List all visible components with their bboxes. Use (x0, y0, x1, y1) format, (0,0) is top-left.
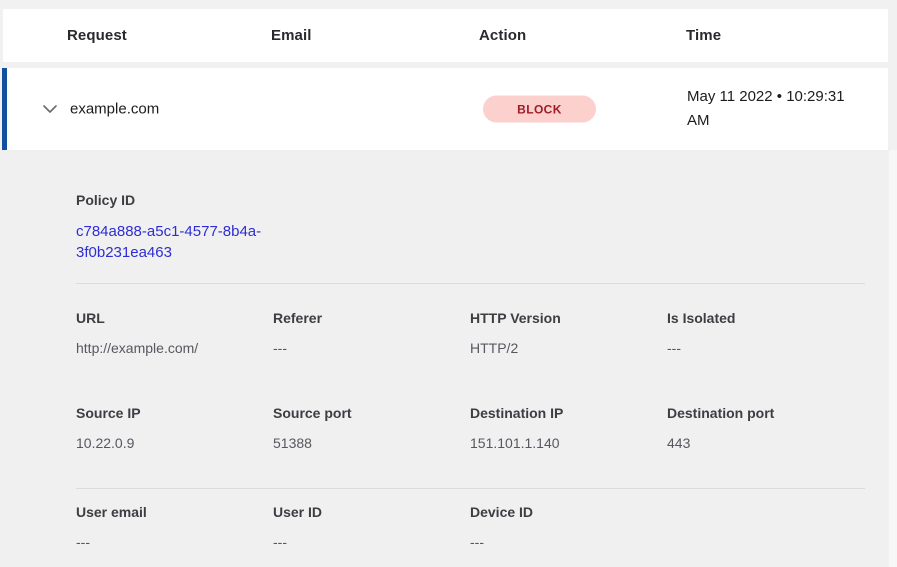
time-cell: May 11 2022 • 10:29:31 AM (687, 85, 865, 133)
detail-grid-row-3: User email --- User ID --- Device ID --- (76, 505, 865, 550)
policy-id-link[interactable]: c784a888-a5c1-4577-8b4a-3f0b231ea463 (76, 221, 291, 263)
referer-value: --- (273, 340, 470, 356)
divider (76, 488, 865, 489)
source-ip-label: Source IP (76, 406, 273, 421)
referer-label: Referer (273, 311, 470, 326)
is-isolated-field: Is Isolated --- (667, 311, 865, 356)
user-id-label: User ID (273, 505, 470, 520)
http-version-label: HTTP Version (470, 311, 667, 326)
destination-ip-value: 151.101.1.140 (470, 435, 667, 451)
detail-grid-row-1: URL http://example.com/ Referer --- HTTP… (76, 311, 865, 356)
column-header-request: Request (67, 27, 271, 44)
http-version-field: HTTP Version HTTP/2 (470, 311, 667, 356)
source-port-field: Source port 51388 (273, 406, 470, 451)
log-table-header: Request Email Action Time (3, 9, 888, 62)
is-isolated-value: --- (667, 340, 865, 356)
device-id-value: --- (470, 534, 667, 550)
http-version-value: HTTP/2 (470, 340, 667, 356)
action-cell: BLOCK (483, 96, 596, 123)
user-id-value: --- (273, 534, 470, 550)
column-header-time: Time (686, 27, 888, 44)
policy-id-label: Policy ID (76, 193, 865, 208)
log-table-row[interactable]: example.com BLOCK May 11 2022 • 10:29:31… (3, 68, 888, 150)
spacer-cell (667, 505, 865, 550)
user-email-label: User email (76, 505, 273, 520)
column-header-action: Action (479, 27, 686, 44)
destination-port-value: 443 (667, 435, 865, 451)
is-isolated-label: Is Isolated (667, 311, 865, 326)
user-email-field: User email --- (76, 505, 273, 550)
destination-port-field: Destination port 443 (667, 406, 865, 451)
gateway-logs-page: Request Email Action Time example.com BL… (0, 0, 897, 567)
device-id-field: Device ID --- (470, 505, 667, 550)
scrollbar-gutter[interactable] (889, 150, 897, 567)
user-id-field: User ID --- (273, 505, 470, 550)
user-email-value: --- (76, 534, 273, 550)
column-header-email: Email (271, 27, 479, 44)
request-cell: example.com (70, 101, 159, 118)
block-action-badge: BLOCK (483, 96, 596, 123)
row-details-content: Policy ID c784a888-a5c1-4577-8b4a-3f0b23… (0, 150, 897, 550)
source-ip-field: Source IP 10.22.0.9 (76, 406, 273, 451)
url-field: URL http://example.com/ (76, 311, 273, 356)
policy-id-field: Policy ID c784a888-a5c1-4577-8b4a-3f0b23… (76, 193, 865, 263)
destination-ip-label: Destination IP (470, 406, 667, 421)
source-ip-value: 10.22.0.9 (76, 435, 273, 451)
url-value: http://example.com/ (76, 340, 273, 356)
destination-port-label: Destination port (667, 406, 865, 421)
divider (76, 283, 865, 284)
source-port-label: Source port (273, 406, 470, 421)
detail-grid-row-2: Source IP 10.22.0.9 Source port 51388 De… (76, 406, 865, 451)
chevron-down-icon[interactable] (42, 103, 58, 115)
destination-ip-field: Destination IP 151.101.1.140 (470, 406, 667, 451)
url-label: URL (76, 311, 273, 326)
device-id-label: Device ID (470, 505, 667, 520)
row-details-panel: Policy ID c784a888-a5c1-4577-8b4a-3f0b23… (0, 150, 897, 567)
source-port-value: 51388 (273, 435, 470, 451)
referer-field: Referer --- (273, 311, 470, 356)
